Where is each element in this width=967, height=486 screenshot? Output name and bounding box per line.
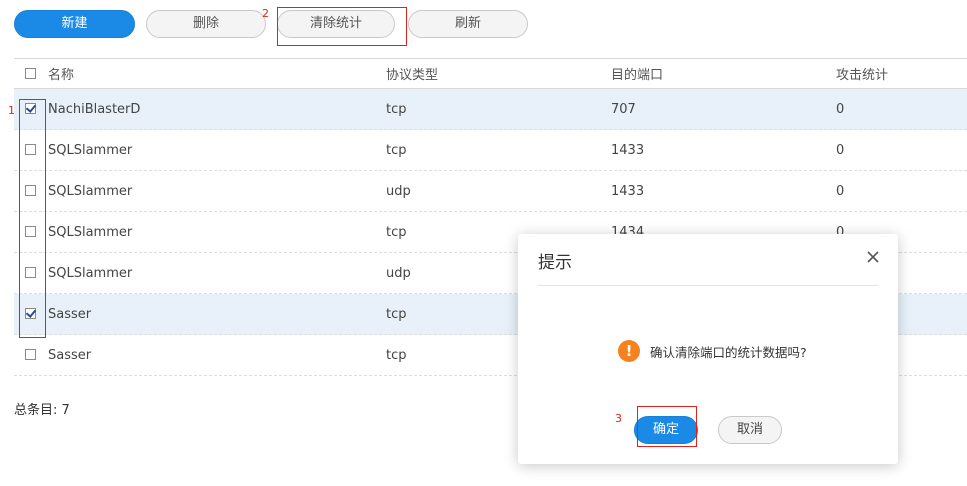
new-button[interactable]: 新建 bbox=[14, 10, 135, 38]
cell-port: 1433 bbox=[611, 142, 645, 158]
annotation-number-2: 2 bbox=[262, 7, 269, 20]
column-header-attacks: 攻击统计 bbox=[836, 68, 889, 83]
column-header-protocol: 协议类型 bbox=[386, 68, 439, 83]
cell-protocol: tcp bbox=[386, 224, 407, 240]
dialog-message-row: ! 确认清除端口的统计数据吗? bbox=[618, 340, 807, 362]
cell-name: NachiBlasterD bbox=[48, 101, 141, 117]
delete-button[interactable]: 删除 bbox=[146, 10, 266, 38]
cell-name: SQLSlammer bbox=[48, 265, 133, 281]
column-header-port: 目的端口 bbox=[611, 68, 664, 83]
table-header-row: 名称 协议类型 目的端口 攻击统计 bbox=[14, 58, 967, 89]
cell-name: SQLSlammer bbox=[48, 183, 133, 199]
close-icon[interactable] bbox=[866, 250, 880, 264]
dialog-message: 确认清除端口的统计数据吗? bbox=[650, 344, 807, 360]
cell-attacks: 0 bbox=[836, 101, 845, 117]
annotation-number-1: 1 bbox=[8, 104, 15, 117]
cell-port: 707 bbox=[611, 101, 636, 117]
annotation-number-3: 3 bbox=[615, 412, 622, 425]
table-row[interactable]: SQLSlammer tcp 1433 0 bbox=[14, 130, 967, 171]
annotation-box-clear-stats bbox=[277, 7, 407, 46]
select-all-checkbox[interactable] bbox=[25, 67, 36, 79]
row-checkbox[interactable] bbox=[25, 349, 36, 360]
annotation-box-checkboxes bbox=[19, 99, 46, 338]
cell-protocol: tcp bbox=[386, 347, 407, 363]
cell-name: Sasser bbox=[48, 306, 92, 322]
table-row[interactable]: NachiBlasterD tcp 707 0 bbox=[14, 89, 967, 130]
cell-name: SQLSlammer bbox=[48, 142, 133, 158]
annotation-box-confirm bbox=[637, 406, 697, 447]
confirm-cancel-button[interactable]: 取消 bbox=[718, 416, 782, 444]
table-row[interactable]: SQLSlammer udp 1433 0 bbox=[14, 171, 967, 212]
cell-protocol: udp bbox=[386, 183, 411, 199]
confirm-dialog: 提示 ! 确认清除端口的统计数据吗? 确定 取消 bbox=[518, 234, 898, 464]
cell-attacks: 0 bbox=[836, 183, 845, 199]
cell-name: SQLSlammer bbox=[48, 224, 133, 240]
column-header-name: 名称 bbox=[48, 68, 75, 83]
cell-attacks: 0 bbox=[836, 142, 845, 158]
dialog-title: 提示 bbox=[538, 253, 572, 273]
refresh-button[interactable]: 刷新 bbox=[408, 10, 528, 38]
cell-port: 1433 bbox=[611, 183, 645, 199]
warning-icon: ! bbox=[618, 340, 640, 362]
cell-protocol: tcp bbox=[386, 142, 407, 158]
cell-protocol: tcp bbox=[386, 101, 407, 117]
cell-name: Sasser bbox=[48, 347, 92, 363]
total-count: 总条目: 7 bbox=[14, 403, 70, 418]
dialog-divider bbox=[538, 285, 878, 286]
cell-protocol: tcp bbox=[386, 306, 407, 322]
cell-protocol: udp bbox=[386, 265, 411, 281]
